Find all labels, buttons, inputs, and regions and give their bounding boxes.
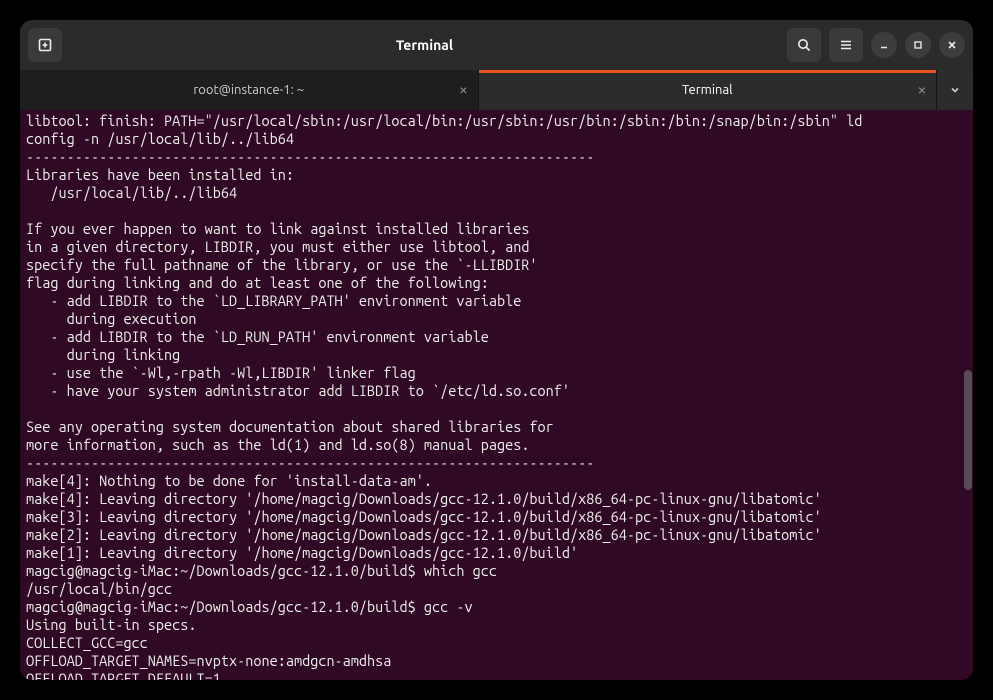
tab-label: Terminal [682,83,733,97]
terminal-text: libtool: finish: PATH="/usr/local/sbin:/… [26,112,967,680]
minimize-icon [878,39,890,51]
chevron-down-icon [949,84,961,96]
minimize-button[interactable] [871,32,897,58]
new-tab-button[interactable] [28,28,62,62]
close-icon [946,39,958,51]
maximize-button[interactable] [905,32,931,58]
search-icon [796,37,812,53]
terminal-window: Terminal [20,20,973,680]
tab-close-1[interactable]: × [918,82,926,98]
maximize-icon [912,39,924,51]
scrollbar-thumb[interactable] [964,370,972,490]
window-title: Terminal [70,37,779,53]
tab-label: root@instance-1: ~ [193,83,304,97]
close-button[interactable] [939,32,965,58]
hamburger-icon [838,37,854,53]
tab-1[interactable]: Terminal × [479,70,938,110]
new-tab-icon [37,37,53,53]
search-button[interactable] [787,28,821,62]
menu-button[interactable] [829,28,863,62]
tab-list-button[interactable] [937,70,973,110]
tab-bar: root@instance-1: ~ × Terminal × [20,70,973,110]
titlebar: Terminal [20,20,973,70]
tab-0[interactable]: root@instance-1: ~ × [20,70,479,110]
terminal-output[interactable]: libtool: finish: PATH="/usr/local/sbin:/… [20,110,973,680]
tab-close-0[interactable]: × [459,82,467,98]
